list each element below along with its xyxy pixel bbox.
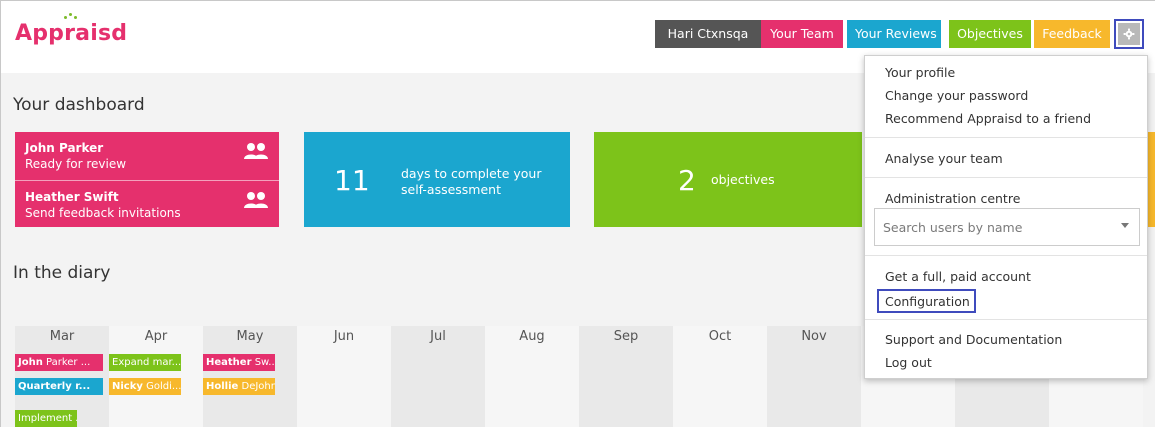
self-assessment-days: 11 [334,164,370,197]
objectives-text: objectives [711,172,775,187]
month-column: Jul [391,326,485,427]
task-status: Send feedback invitations [25,206,181,220]
diary-event[interactable]: Quarterly r... [15,378,103,395]
tasks-tile: John Parker Ready for review Heather Swi… [15,132,279,227]
month-label: Mar [49,329,75,344]
month-column: Apr [109,326,203,427]
menu-divider [865,255,1147,256]
diary-event[interactable]: Implement ... [15,410,77,427]
month-label: Apr [144,329,168,344]
month-column: May [203,326,297,427]
month-column: Aug [485,326,579,427]
month-label: Jul [430,329,446,344]
month-label: Jun [333,329,355,344]
search-users-select[interactable] [874,208,1140,246]
diary-title: In the diary [13,263,111,283]
menu-item-administration-centre[interactable]: Administration centre [885,191,1020,206]
menu-divider [865,177,1147,178]
month-label: Aug [519,329,545,344]
month-label: May [236,329,264,344]
logo-dots-icon [64,13,80,19]
task-row[interactable]: John Parker Ready for review [15,132,279,179]
people-icon [244,143,268,159]
month-label: Nov [801,329,827,344]
menu-item-analyse-team[interactable]: Analyse your team [885,151,1003,166]
month-column: Jun [297,326,391,427]
nav-your-team-button[interactable]: Your Team [761,20,843,48]
diary-event[interactable]: Heather Sw... [203,354,275,371]
appraisd-logo[interactable]: Appraisd [15,21,127,46]
task-row[interactable]: Heather Swift Send feedback invitations [15,180,279,227]
month-label: Sep [613,329,639,344]
menu-divider [865,137,1147,138]
month-column: Sep [579,326,673,427]
diary-event[interactable]: Hollie DeJohn [203,378,275,395]
nav-your-reviews-button[interactable]: Your Reviews [847,20,941,48]
task-name: John Parker [25,141,104,155]
self-assessment-text: days to complete your self-assessment [401,166,542,197]
menu-item-your-profile[interactable]: Your profile [885,65,955,80]
settings-button[interactable] [1114,19,1144,49]
nav-user-button[interactable]: Hari Ctxnsqa [655,20,761,48]
diary-event[interactable]: John Parker ... [15,354,103,371]
diary-event[interactable]: Nicky Goldi... [109,378,181,395]
diary-event[interactable]: Expand mar... [109,354,181,371]
self-assessment-tile[interactable]: 11 days to complete your self-assessment [304,132,570,227]
app-window: Appraisd Hari Ctxnsqa Your Team Your Rev… [0,0,1155,427]
task-status: Ready for review [25,157,127,171]
dashboard-title: Your dashboard [13,95,145,115]
menu-item-log-out[interactable]: Log out [885,355,932,370]
menu-item-full-account[interactable]: Get a full, paid account [885,269,1031,284]
month-column: Oct [673,326,767,427]
chevron-down-icon[interactable] [1121,223,1129,228]
gear-icon [1123,28,1135,40]
menu-item-recommend[interactable]: Recommend Appraisd to a friend [885,111,1091,126]
menu-item-support[interactable]: Support and Documentation [885,332,1062,347]
menu-item-configuration[interactable]: Configuration [877,289,976,313]
task-name: Heather Swift [25,190,119,204]
nav-objectives-button[interactable]: Objectives [949,20,1031,48]
month-label: Oct [708,329,732,344]
objectives-tile[interactable]: 2 objectives [594,132,862,227]
people-icon [244,192,268,208]
month-column: Nov [767,326,861,427]
configuration-label: Configuration [885,294,970,309]
objectives-count: 2 [678,164,696,197]
feedback-tile-edge [1148,132,1155,227]
menu-item-change-password[interactable]: Change your password [885,88,1028,103]
settings-dropdown-menu: Your profile Change your password Recomm… [864,55,1148,379]
nav-feedback-button[interactable]: Feedback [1034,20,1110,48]
search-users-input[interactable] [875,209,1115,245]
menu-divider [865,319,1147,320]
